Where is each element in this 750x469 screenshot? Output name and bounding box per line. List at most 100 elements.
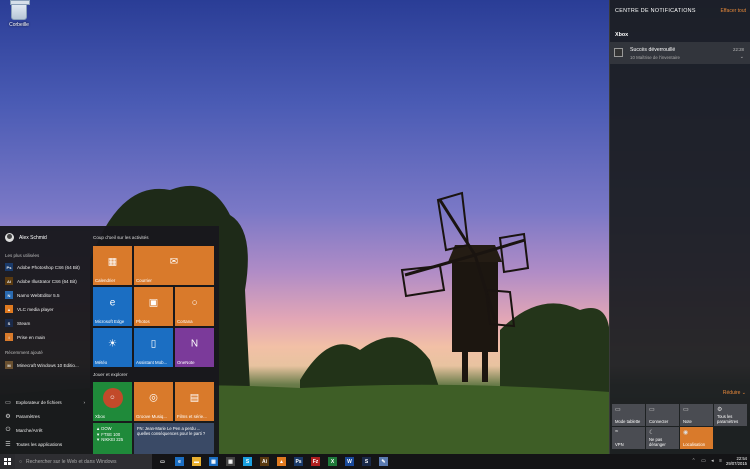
- menu-label: Paramètres: [16, 413, 40, 419]
- notification-group-xbox[interactable]: Xbox: [615, 32, 628, 38]
- power-item[interactable]: ⏻ Marche/Arrêt: [5, 424, 85, 436]
- recent-header: Récemment ajouté: [5, 350, 43, 355]
- recycle-bin-label: Corbeille: [9, 22, 29, 28]
- collapse-quick-actions-link[interactable]: Réduire ⌄: [723, 390, 746, 396]
- most-used-item[interactable]: i Prise en main: [5, 331, 85, 343]
- quick-action-icon: ☾: [649, 430, 655, 436]
- tile-films[interactable]: ▤ Films et série...: [175, 382, 214, 421]
- clear-all-link[interactable]: Effacer tout: [721, 8, 746, 14]
- quick-action-localisation[interactable]: ◉ Localisation: [680, 427, 713, 449]
- quick-action-mode-tablette[interactable]: ▭ Mode tablette: [612, 404, 645, 426]
- ticker-line: ▼ NIKKEI 225: [96, 437, 124, 442]
- tile-cortana[interactable]: ○ Cortana: [175, 287, 214, 326]
- money-ticker: ▲ DOW ▼ FTSE 100 ▼ NIKKEI 225: [96, 426, 123, 443]
- app-icon: N: [5, 291, 13, 299]
- start-button[interactable]: [0, 454, 15, 469]
- tile-phone-assistant[interactable]: ▯ Assistant Mob...: [134, 328, 173, 367]
- word-icon[interactable]: W: [345, 457, 354, 466]
- illustrator-icon[interactable]: Ai: [260, 457, 269, 466]
- most-used-header: Les plus utilisées: [5, 253, 40, 258]
- menu-label: Marche/Arrêt: [16, 427, 43, 433]
- explorer-icon[interactable]: ▬: [192, 457, 201, 466]
- quick-action-connecter[interactable]: ▭ Connecter: [646, 404, 679, 426]
- excel-icon[interactable]: X: [328, 457, 337, 466]
- menu-icon: ⚙: [5, 413, 11, 420]
- tile-onenote[interactable]: N OneNote: [175, 328, 214, 367]
- file-explorer-item[interactable]: ▭ Explorateur de fichiers ›: [5, 396, 85, 408]
- recent-item[interactable]: M Minecraft Windows 10 Editio...: [5, 359, 85, 371]
- recycle-bin-icon: [10, 0, 30, 20]
- most-used-item[interactable]: Ai Adobe Illustrator CS6 (64 Bit): [5, 275, 85, 287]
- tile-xbox[interactable]: ☺ Xbox: [93, 382, 132, 421]
- quick-action-icon: ▭: [615, 407, 621, 413]
- film-icon: ▤: [189, 392, 200, 404]
- tile-calendar[interactable]: ▦ Calendrier: [93, 246, 132, 285]
- photos-icon: ▣: [148, 297, 159, 309]
- app-icon: Ps: [5, 263, 13, 271]
- tile-photos[interactable]: ▣ Photos: [134, 287, 173, 326]
- app-label: Prise en main: [17, 334, 46, 340]
- menu-icon: ☰: [5, 441, 11, 448]
- search-box[interactable]: ○ Rechercher sur le Web et dans Windows: [15, 454, 152, 469]
- quick-action-ne-pas-d-ranger[interactable]: ☾ Ne pas déranger: [646, 427, 679, 449]
- recycle-bin-desktop-icon[interactable]: Corbeille: [4, 0, 34, 28]
- quick-action-icon: ▭: [683, 407, 689, 413]
- most-used-item[interactable]: Ps Adobe Photoshop CS6 (64 Bit): [5, 261, 85, 273]
- quick-action-label: Mode tablette: [615, 419, 641, 424]
- quick-action-vpn[interactable]: ≈ VPN: [612, 427, 645, 449]
- tile-label: Groove Musiq...: [136, 414, 167, 419]
- menu-icon: ▭: [5, 399, 11, 406]
- tile-group-activities: Coup d'oeil sur les activités: [93, 235, 149, 240]
- app-label: VLC media player: [17, 306, 54, 312]
- chevron-right-icon[interactable]: ›: [83, 400, 85, 405]
- chevron-down-icon[interactable]: ⌄: [740, 54, 744, 60]
- tile-weather[interactable]: ☀ Météo: [93, 328, 132, 367]
- edge-icon[interactable]: e: [175, 457, 184, 466]
- quick-action-note[interactable]: ▭ Note: [680, 404, 713, 426]
- start-menu-tiles: Coup d'oeil sur les activités ▦ Calendri…: [90, 226, 219, 454]
- tile-money[interactable]: ▲ DOW ▼ FTSE 100 ▼ NIKKEI 225: [93, 423, 132, 454]
- clock[interactable]: 22:54 29/07/2015: [726, 456, 747, 466]
- search-icon: ○: [19, 458, 23, 465]
- xbox-app-icon: [614, 48, 623, 57]
- menu-icon: ⏻: [5, 426, 11, 433]
- tile-mail[interactable]: ✉ Courrier: [134, 246, 214, 285]
- steam-icon[interactable]: S: [362, 457, 371, 466]
- tile-edge[interactable]: e Microsoft Edge: [93, 287, 132, 326]
- action-center-title: CENTRE DE NOTIFICATIONS: [615, 8, 696, 14]
- task-view-icon[interactable]: ▭: [158, 457, 167, 466]
- tile-label: Courrier: [136, 278, 152, 283]
- store-icon[interactable]: ▦: [209, 457, 218, 466]
- skype-icon[interactable]: S: [243, 457, 252, 466]
- settings-item[interactable]: ⚙ Paramètres: [5, 410, 85, 422]
- quick-action-icon: ▭: [649, 407, 655, 413]
- quick-action-tous-les-param-tres[interactable]: ⚙ Tous les paramètres: [714, 404, 747, 426]
- all-apps-item[interactable]: ☰ Toutes les applications: [5, 438, 85, 450]
- most-used-item[interactable]: N Namo WebEditor 5.5: [5, 289, 85, 301]
- system-tray[interactable]: ⌃ ▭ ◂ ≡: [691, 458, 724, 464]
- menu-label: Toutes les applications: [16, 441, 63, 447]
- start-menu: Alex Schmid Les plus utilisées Ps Adobe P…: [0, 226, 219, 454]
- sun-icon: ☀: [108, 338, 117, 350]
- most-used-item[interactable]: S Steam: [5, 317, 85, 329]
- vlc-icon[interactable]: ▲: [277, 457, 286, 466]
- avatar: [5, 233, 14, 242]
- news-headline: FN: Jean-Marie Le Pen a perdu ... quelle…: [137, 426, 206, 437]
- tile-groove[interactable]: ◎ Groove Musiq...: [134, 382, 173, 421]
- user-account[interactable]: Alex Schmid: [5, 233, 47, 242]
- filezilla-icon[interactable]: Fz: [311, 457, 320, 466]
- tile-news[interactable]: FN: Jean-Marie Le Pen a perdu ... quelle…: [134, 423, 214, 454]
- most-used-item[interactable]: ▲ VLC media player: [5, 303, 85, 315]
- app-icon: Ai: [5, 277, 13, 285]
- mail-icon: ✉: [169, 256, 179, 268]
- paint-icon[interactable]: ✎: [379, 457, 388, 466]
- notification-card[interactable]: Succès déverrouillé 10 Maîtrise de l'inv…: [610, 42, 750, 64]
- app-label: Steam: [17, 320, 31, 326]
- app-icon: M: [5, 361, 13, 369]
- app-label: Adobe Illustrator CS6 (64 Bit): [17, 278, 77, 284]
- photoshop-icon[interactable]: Ps: [294, 457, 303, 466]
- notification-title: Succès déverrouillé: [630, 47, 676, 53]
- xbox-avatar-icon: ☺: [102, 388, 123, 409]
- calculator-icon[interactable]: ▦: [226, 457, 235, 466]
- music-icon: ◎: [149, 392, 158, 404]
